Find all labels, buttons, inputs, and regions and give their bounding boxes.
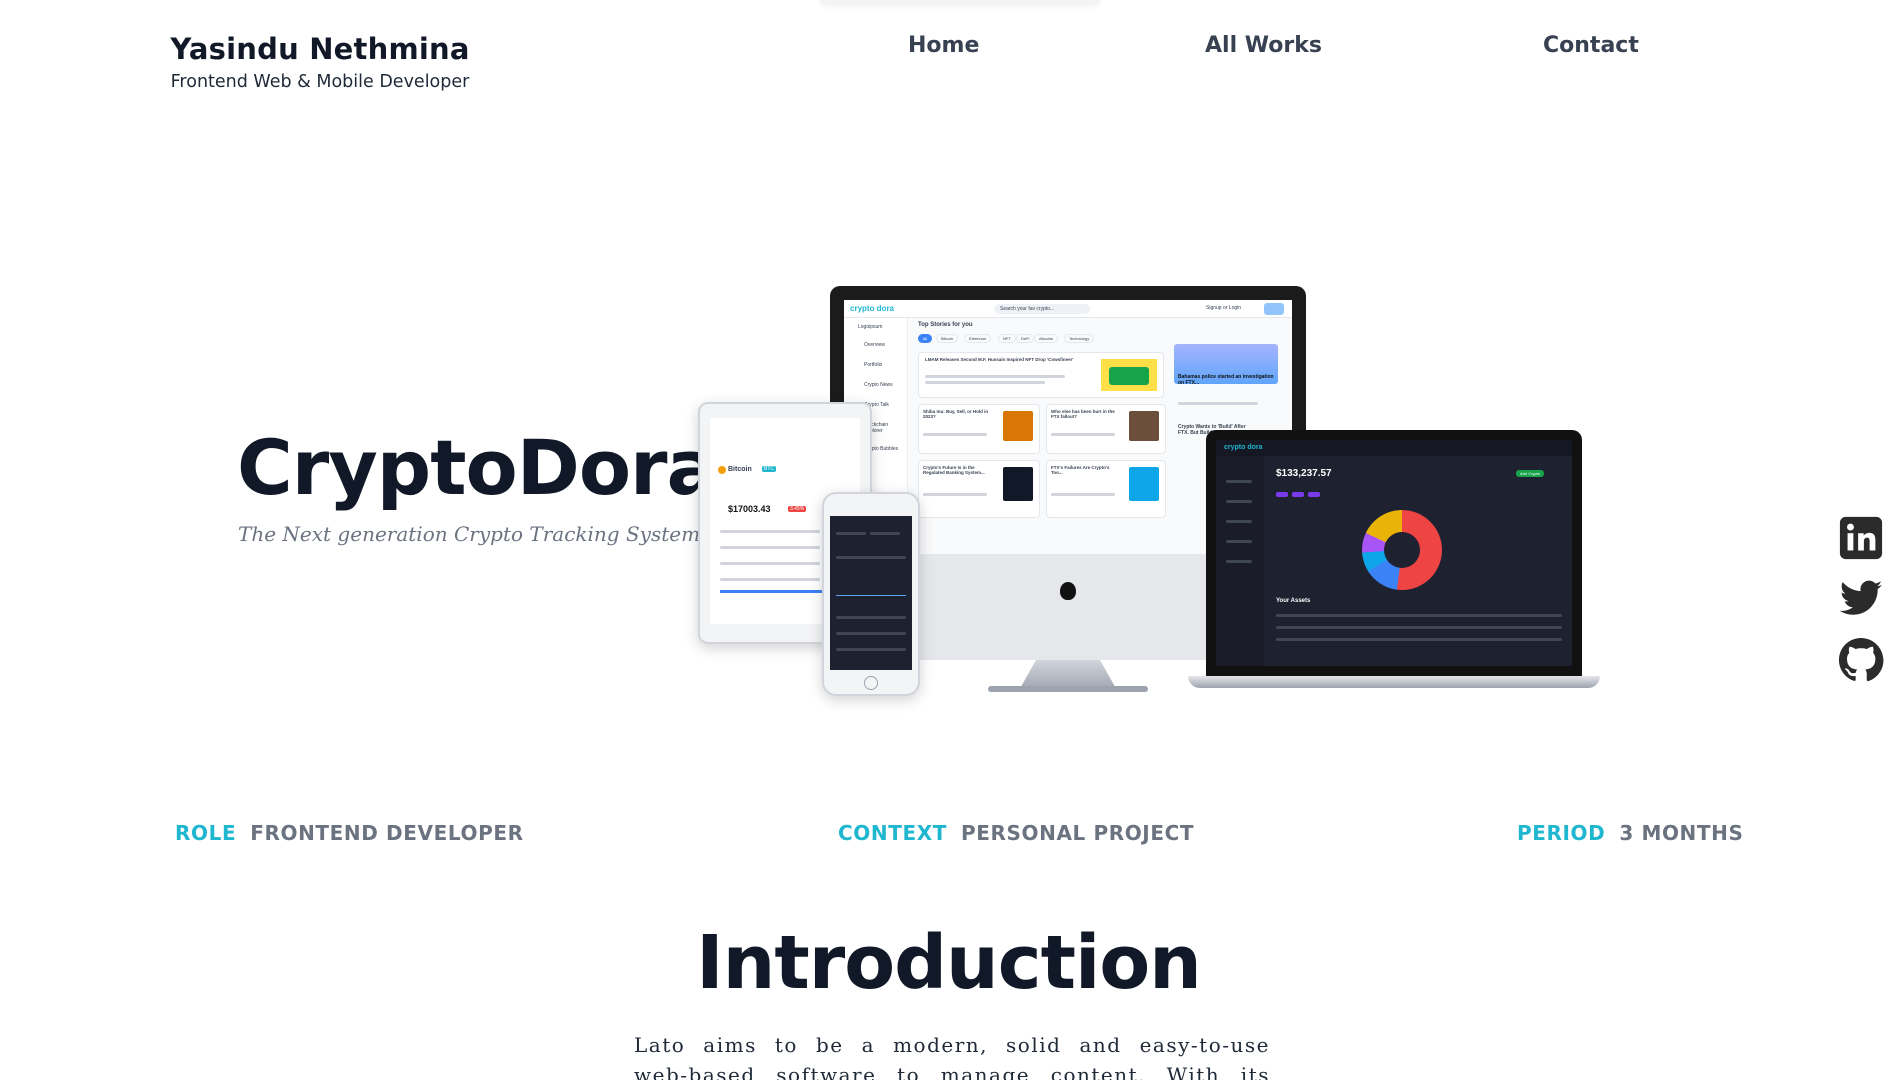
- phone: [822, 492, 920, 696]
- story-card[interactable]: Who else has been hurt in the FTX fallou…: [1046, 404, 1166, 454]
- top-decoration: [820, 0, 1100, 4]
- brand-tagline: Frontend Web & Mobile Developer: [170, 72, 470, 92]
- project-subtitle: The Next generation Crypto Tracking Syst…: [238, 522, 707, 546]
- github-icon[interactable]: [1838, 637, 1884, 683]
- nav-all-works[interactable]: All Works: [1205, 33, 1322, 58]
- meta-period-key: PERIOD: [1517, 821, 1606, 845]
- meta-context-value: PERSONAL PROJECT: [961, 821, 1195, 845]
- meta-role-key: ROLE: [175, 821, 237, 845]
- story-card[interactable]: FTX's Failures Are Crypto's Too...: [1046, 460, 1166, 518]
- laptop: crypto dora $133,237.57 Add Crypto Your …: [1206, 430, 1582, 678]
- tablet-price: $17003.43: [728, 504, 771, 514]
- desktop-section-title: Top Stories for you: [918, 322, 973, 328]
- meta-context: CONTEXT PERSONAL PROJECT: [838, 821, 1194, 845]
- meta-context-key: CONTEXT: [838, 821, 947, 845]
- twitter-icon[interactable]: [1838, 576, 1884, 622]
- desktop-search: Search your fav crypto...: [994, 304, 1090, 314]
- project-title: CryptoDora: [237, 423, 718, 512]
- nav-home[interactable]: Home: [908, 33, 979, 58]
- intro-paragraph: Lato aims to be a modern, solid and easy…: [634, 1033, 1270, 1080]
- laptop-add-button[interactable]: Add Crypto: [1516, 470, 1545, 477]
- tablet-change: 3.45%: [788, 506, 807, 512]
- tablet-coin-name: Bitcoin: [728, 466, 752, 473]
- meta-role-value: FRONTEND DEVELOPER: [250, 821, 524, 845]
- tablet-ticker: BTC: [762, 466, 776, 472]
- desktop-logo: crypto dora: [850, 304, 895, 313]
- social-links: [1838, 515, 1886, 698]
- meta-role: ROLE FRONTEND DEVELOPER: [175, 821, 524, 845]
- laptop-screen: crypto dora $133,237.57 Add Crypto Your …: [1216, 440, 1572, 666]
- story-card[interactable]: LMAM Releases Second M.F. Hussain Inspir…: [918, 352, 1164, 398]
- meta-period-value: 3 MONTHS: [1619, 821, 1744, 845]
- meta-period: PERIOD 3 MONTHS: [1517, 821, 1743, 845]
- apple-logo-icon: [1060, 582, 1076, 600]
- story-card[interactable]: Shiba Inu: Buy, Sell, or Hold in 2023?: [918, 404, 1040, 454]
- story-card[interactable]: Crypto's Future Is in the Regulated Bank…: [918, 460, 1040, 518]
- laptop-assets-label: Your Assets: [1276, 598, 1311, 604]
- brand[interactable]: Yasindu Nethmina Frontend Web & Mobile D…: [160, 32, 480, 92]
- brand-name: Yasindu Nethmina: [170, 32, 470, 66]
- device-mockup-image: crypto dora Search your fav crypto... Si…: [698, 286, 1618, 706]
- desktop-auth: Signup or Login: [1206, 305, 1242, 311]
- laptop-balance: $133,237.57: [1276, 468, 1332, 479]
- nav-contact[interactable]: Contact: [1543, 33, 1639, 58]
- linkedin-icon[interactable]: [1838, 515, 1884, 561]
- laptop-logo: crypto dora: [1224, 444, 1263, 451]
- intro-heading: Introduction: [696, 920, 1202, 1006]
